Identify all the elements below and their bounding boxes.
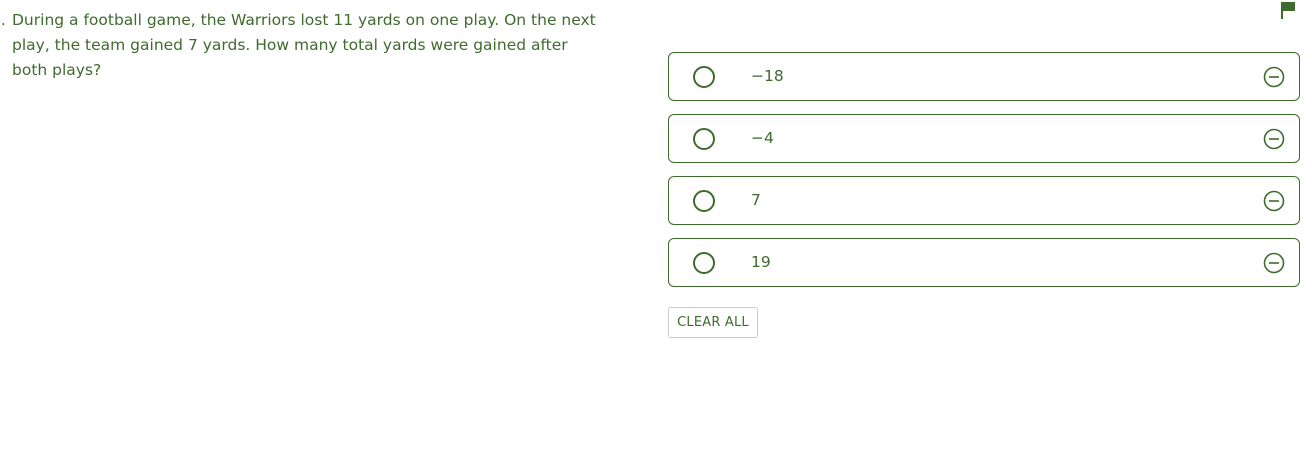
eliminate-choice-icon[interactable] xyxy=(1263,252,1285,274)
question-number: 9. xyxy=(0,11,6,29)
radio-button[interactable] xyxy=(693,66,715,88)
radio-button[interactable] xyxy=(693,128,715,150)
answer-choices: −18 −4 7 19 xyxy=(668,52,1300,300)
radio-button[interactable] xyxy=(693,190,715,212)
choice-label: 19 xyxy=(751,253,771,271)
question-prompt: 9. During a football game, the Warriors … xyxy=(0,8,600,83)
eliminate-choice-icon[interactable] xyxy=(1263,66,1285,88)
question-text: During a football game, the Warriors los… xyxy=(12,11,596,79)
clear-all-button[interactable]: CLEAR ALL xyxy=(668,307,758,338)
flag-icon[interactable] xyxy=(1279,1,1297,19)
choice-label: 7 xyxy=(751,191,761,209)
radio-button[interactable] xyxy=(693,252,715,274)
answer-choice[interactable]: 7 xyxy=(668,176,1300,225)
choice-label: −4 xyxy=(751,129,774,147)
eliminate-choice-icon[interactable] xyxy=(1263,190,1285,212)
answer-choice[interactable]: 19 xyxy=(668,238,1300,287)
eliminate-choice-icon[interactable] xyxy=(1263,128,1285,150)
question-page: 9. During a football game, the Warriors … xyxy=(0,0,1312,462)
answer-choice[interactable]: −18 xyxy=(668,52,1300,101)
choice-label: −18 xyxy=(751,67,784,85)
answer-choice[interactable]: −4 xyxy=(668,114,1300,163)
